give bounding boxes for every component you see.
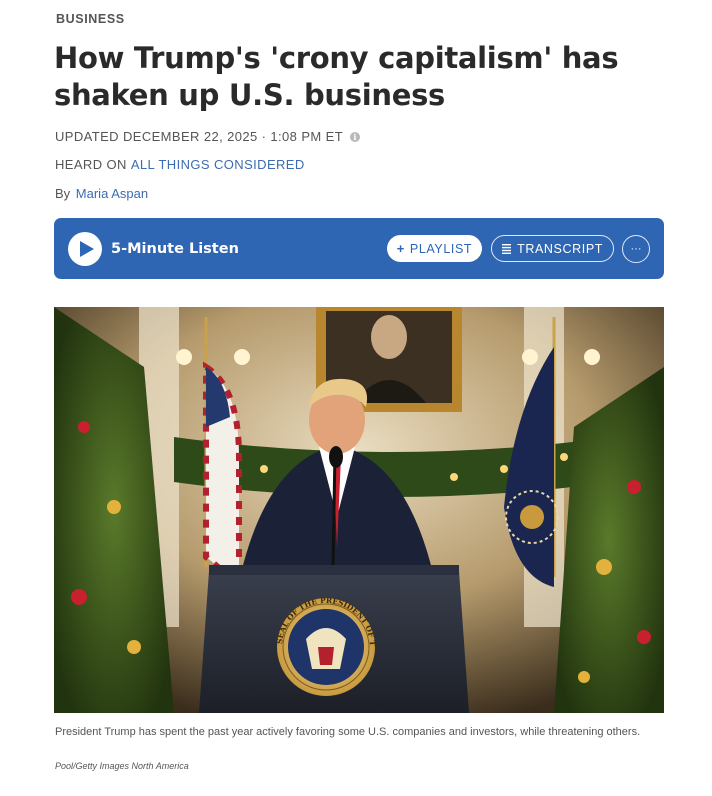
updated-timestamp: UPDATED DECEMBER 22, 2025 · 1:08 PM ET i <box>55 129 361 144</box>
plus-icon: + <box>396 241 405 256</box>
author-link[interactable]: Maria Aspan <box>76 186 148 201</box>
section-label[interactable]: BUSINESS <box>56 12 125 26</box>
info-icon[interactable]: i <box>350 131 361 142</box>
add-to-playlist-button[interactable]: + PLAYLIST <box>386 235 483 262</box>
lead-image: SEAL OF THE PRESIDENT OF THE UNITED STAT… <box>54 307 664 713</box>
transcript-button[interactable]: TRANSCRIPT <box>491 235 614 262</box>
audio-player: 5-Minute Listen + PLAYLIST TRANSCRIPT ··… <box>54 218 664 279</box>
listen-duration-label: 5-Minute Listen <box>111 240 239 257</box>
byline: By Maria Aspan <box>55 186 148 201</box>
more-options-button[interactable]: ··· <box>622 234 650 263</box>
updated-text: UPDATED DECEMBER 22, 2025 · 1:08 PM ET <box>55 129 344 144</box>
more-icon: ··· <box>630 242 642 255</box>
play-button[interactable] <box>68 231 102 266</box>
lead-photo-illustration: SEAL OF THE PRESIDENT OF THE UNITED STAT… <box>54 307 664 713</box>
transcript-label: TRANSCRIPT <box>517 241 603 256</box>
headline: How Trump's 'crony capitalism' has shake… <box>54 41 619 112</box>
playlist-label: PLAYLIST <box>409 241 473 256</box>
byline-prefix: By <box>55 186 71 201</box>
heard-on: HEARD ON ALL THINGS CONSIDERED <box>55 157 305 172</box>
program-link[interactable]: ALL THINGS CONSIDERED <box>131 157 305 172</box>
presidential-podium <box>199 565 469 713</box>
heard-on-prefix: HEARD ON <box>55 157 127 172</box>
transcript-icon <box>502 243 512 254</box>
play-icon <box>79 240 94 257</box>
image-caption: President Trump has spent the past year … <box>55 726 641 738</box>
image-credit: Pool/Getty Images North America <box>55 761 189 771</box>
